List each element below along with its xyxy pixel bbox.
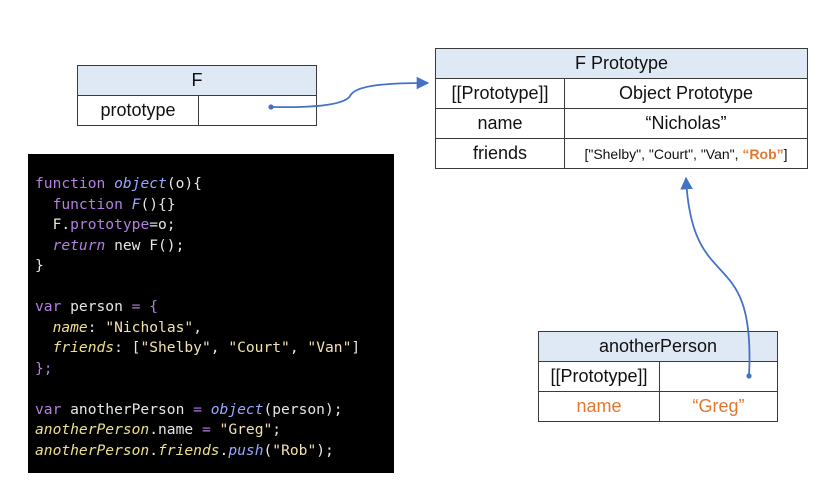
pointer-arrows — [268, 76, 752, 379]
arrow-origin-dot — [746, 373, 752, 379]
another-person-to-prototype-arrow — [680, 176, 752, 379]
f-to-prototype-arrow — [268, 76, 430, 110]
arrow-origin-dot — [268, 104, 274, 110]
